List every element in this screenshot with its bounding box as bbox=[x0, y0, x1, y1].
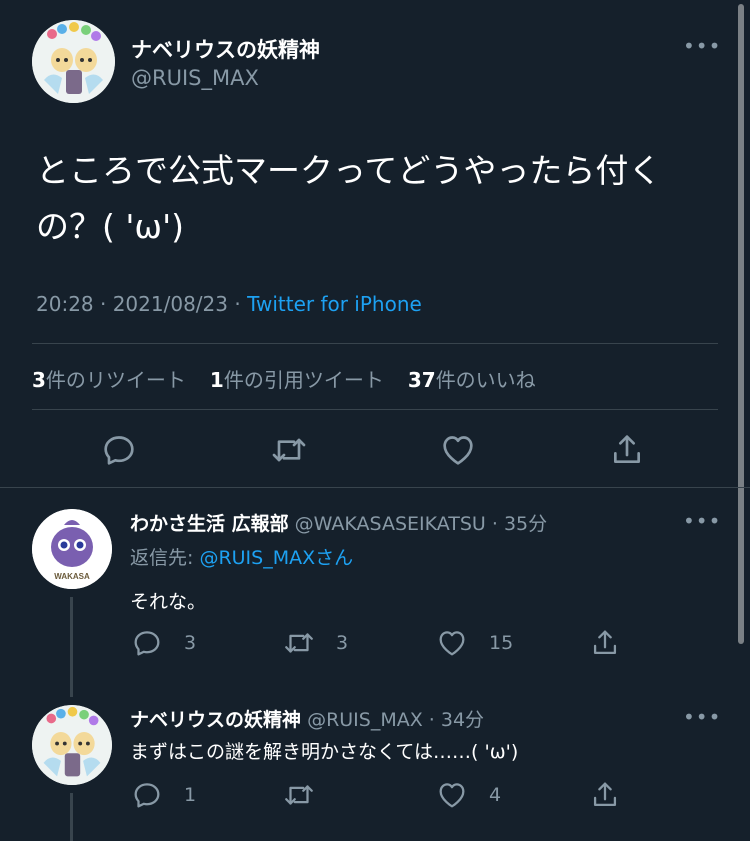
like-count: 4 bbox=[489, 784, 502, 806]
share-button[interactable] bbox=[588, 775, 622, 815]
timestamp[interactable]: · 35分 bbox=[486, 513, 547, 535]
divider bbox=[32, 343, 718, 344]
like-icon bbox=[439, 631, 465, 656]
timestamp[interactable]: · 34分 bbox=[423, 709, 484, 731]
display-name[interactable]: ナベリウスの妖精神 bbox=[131, 34, 320, 64]
reply-header: ナベリウスの妖精神 @RUIS_MAX · 34分 bbox=[130, 705, 484, 732]
share-icon[interactable] bbox=[605, 428, 649, 472]
retweet-icon[interactable] bbox=[267, 428, 311, 472]
like-button[interactable]: 4 bbox=[435, 775, 501, 815]
reply-to: 返信先: @RUIS_MAXさん bbox=[130, 547, 354, 569]
like-count: 15 bbox=[489, 632, 514, 654]
tweet-stats: 3件のリツイート 1件の引用ツイート 37件のいいね bbox=[32, 364, 536, 393]
tweet-actions bbox=[0, 428, 750, 474]
reply-count: 1 bbox=[184, 784, 197, 806]
avatar[interactable]: WAKASA bbox=[32, 509, 112, 589]
handle[interactable]: @RUIS_MAX bbox=[131, 66, 259, 90]
quote-stat[interactable]: 1件の引用ツイート bbox=[210, 364, 384, 393]
source-link[interactable]: Twitter for iPhone bbox=[247, 292, 422, 316]
display-name[interactable]: ナベリウスの妖精神 bbox=[130, 709, 301, 731]
reply-to-link[interactable]: @RUIS_MAXさん bbox=[199, 547, 353, 569]
avatar-text: WAKASA bbox=[54, 572, 90, 581]
reply-icon bbox=[134, 783, 160, 808]
retweet-count: 3 bbox=[336, 632, 349, 654]
tweet-actions: 3 3 15 bbox=[0, 623, 750, 663]
tweet-text: ところで公式マークってどうやったら付くの？( 'ω') bbox=[36, 151, 662, 246]
share-button[interactable] bbox=[588, 623, 622, 663]
share-icon bbox=[593, 630, 617, 655]
like-icon bbox=[439, 783, 465, 808]
retweet-button[interactable] bbox=[282, 775, 336, 815]
retweet-button[interactable]: 3 bbox=[282, 623, 348, 663]
retweet-icon bbox=[285, 785, 313, 805]
tweet-text: それな。 bbox=[130, 591, 207, 613]
like-button[interactable]: 15 bbox=[435, 623, 513, 663]
avatar[interactable] bbox=[32, 20, 115, 103]
reply-button[interactable]: 1 bbox=[130, 775, 196, 815]
main-tweet: ナベリウスの妖精神 @RUIS_MAX ••• ところで公式マークってどうやった… bbox=[0, 0, 750, 488]
more-icon[interactable]: ••• bbox=[683, 705, 721, 729]
reply-header: わかさ生活 広報部 @WAKASASEIKATSU · 35分 bbox=[130, 509, 547, 536]
reply-icon[interactable] bbox=[97, 428, 141, 472]
display-name[interactable]: わかさ生活 広報部 bbox=[130, 513, 289, 535]
retweet-icon bbox=[285, 633, 313, 653]
tweet-meta: 20:28 · 2021/08/23 · Twitter for iPhone bbox=[36, 292, 422, 316]
avatar[interactable] bbox=[32, 705, 112, 785]
timestamp[interactable]: 20:28 · 2021/08/23 · bbox=[36, 292, 247, 316]
more-icon[interactable]: ••• bbox=[683, 34, 721, 58]
tweet-text: まずはこの謎を解き明かさなくては……( 'ω') bbox=[130, 741, 519, 763]
reply-tweet[interactable]: ナベリウスの妖精神 @RUIS_MAX · 34分 ••• まずはこの謎を解き明… bbox=[0, 701, 750, 841]
like-stat[interactable]: 37件のいいね bbox=[408, 364, 536, 393]
tweet-actions: 1 4 bbox=[0, 775, 750, 815]
retweet-stat[interactable]: 3件のリツイート bbox=[32, 364, 186, 393]
reply-button[interactable]: 3 bbox=[130, 623, 196, 663]
divider bbox=[32, 409, 718, 410]
like-icon[interactable] bbox=[436, 428, 480, 472]
reply-tweet[interactable]: WAKASA わかさ生活 広報部 @WAKASASEIKATSU · 35分 •… bbox=[0, 489, 750, 701]
more-icon[interactable]: ••• bbox=[683, 509, 721, 533]
handle[interactable]: @WAKASASEIKATSU bbox=[295, 513, 486, 535]
share-icon bbox=[593, 782, 617, 807]
reply-count: 3 bbox=[184, 632, 197, 654]
reply-icon bbox=[134, 631, 160, 656]
handle[interactable]: @RUIS_MAX bbox=[307, 709, 423, 731]
